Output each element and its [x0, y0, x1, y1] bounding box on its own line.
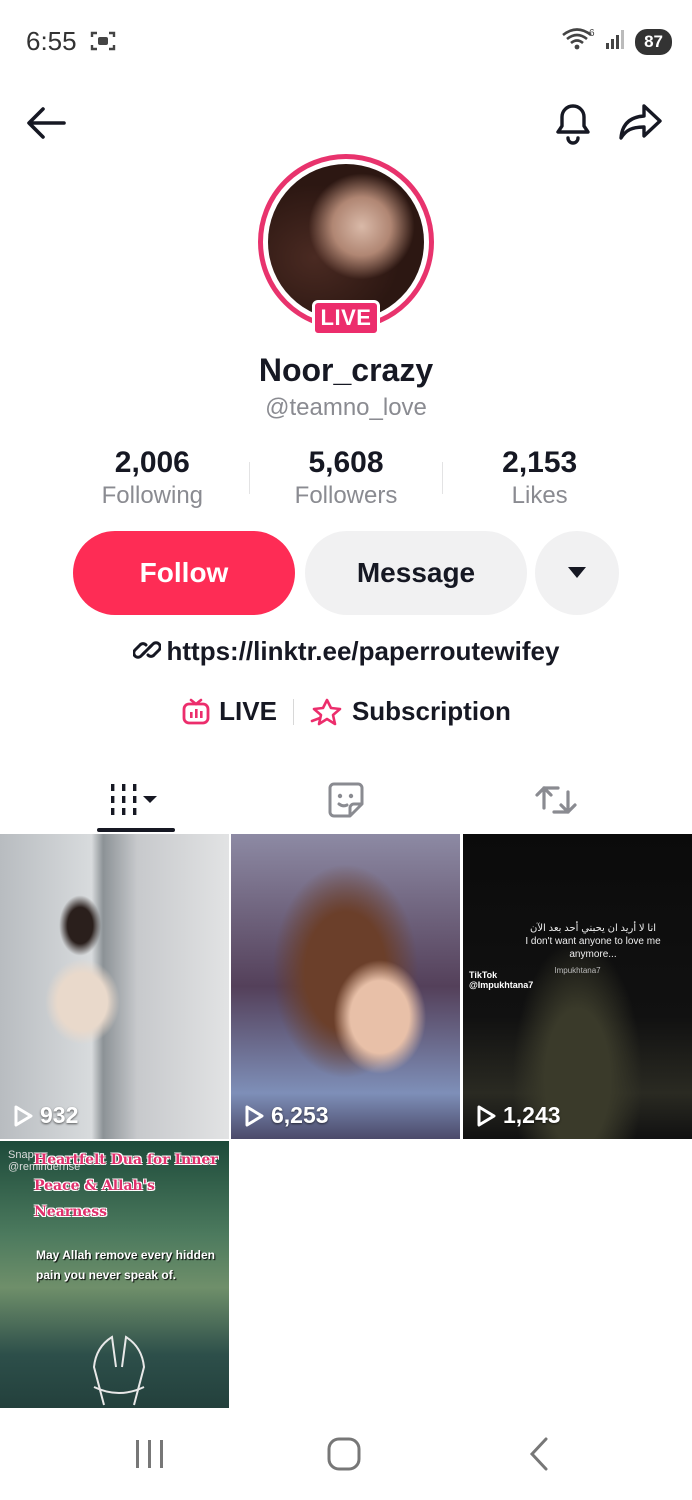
video-thumbnail[interactable]: 6,253	[231, 834, 460, 1139]
back-button[interactable]	[24, 100, 70, 146]
bio-link-row[interactable]: https://linktr.ee/paperroutewifey	[0, 636, 692, 671]
subscription-star-icon	[310, 698, 342, 725]
subscription-label: Subscription	[351, 696, 511, 726]
screen-record-icon	[90, 30, 116, 57]
wifi-badge: 6	[589, 28, 595, 39]
play-icon	[14, 1105, 33, 1126]
status-bar: 6:55 6 87	[0, 0, 692, 80]
bell-icon	[556, 104, 590, 145]
status-time: 6:55	[26, 26, 77, 56]
link-icon	[131, 636, 162, 671]
bio-link[interactable]: https://linktr.ee/paperroutewifey	[167, 636, 560, 666]
display-name: Noor_crazy	[258, 352, 434, 388]
video-thumbnail[interactable]: Snap @reminderrise Heartfelt Dua for Inn…	[0, 1141, 229, 1408]
active-tab-indicator	[97, 828, 175, 832]
notification-bell-button[interactable]	[550, 98, 596, 146]
avatar[interactable]	[268, 164, 424, 320]
view-count-text: 6,253	[271, 1102, 329, 1128]
live-badge[interactable]: LIVE	[312, 300, 380, 336]
repost-icon	[535, 786, 577, 814]
system-back-button[interactable]	[524, 1436, 552, 1477]
video-title-overlay: Heartfelt Dua for Inner Peace & Allah's …	[34, 1152, 218, 1220]
feature-row: LIVE Subscription	[0, 696, 692, 727]
follow-button[interactable]: Follow	[73, 531, 295, 615]
view-count-text: 1,243	[503, 1102, 561, 1128]
play-icon	[245, 1105, 264, 1126]
live-label: LIVE	[219, 696, 277, 726]
sticker-smile-icon	[328, 782, 364, 818]
home-icon	[327, 1437, 361, 1471]
tiktok-watermark: TikTok @Impukhtana7	[469, 970, 533, 990]
share-arrow-icon	[619, 104, 662, 140]
stat-likes[interactable]: 2,153 Likes	[443, 444, 636, 514]
profile-stats: 2,006 Following 5,608 Followers 2,153 Li…	[56, 444, 636, 514]
play-icon	[477, 1105, 496, 1126]
video-overlay-text: انا لا أريد ان يحبني أحد بعد الآن I don'…	[503, 922, 683, 961]
live-tv-icon	[182, 698, 210, 724]
feature-divider	[292, 698, 294, 725]
status-icons: 6 87	[561, 26, 672, 57]
video-thumbnail[interactable]: انا لا أريد ان يحبني أحد بعد الآن I don'…	[463, 834, 692, 1139]
praying-hands-icon	[92, 1335, 146, 1406]
caret-down-icon	[568, 566, 586, 578]
stat-label: Followers	[294, 482, 398, 509]
stat-label: Likes	[511, 482, 568, 509]
share-button[interactable]	[616, 98, 666, 146]
overlay-english: I don't want anyone to love me anymore..…	[525, 936, 661, 960]
recents-button[interactable]	[132, 1438, 168, 1475]
stat-label: Following	[101, 482, 204, 509]
profile-page: 6:55 6 87 LIVE Noor_crazy @teamno_love 2…	[0, 0, 692, 1500]
subscription-entry[interactable]: Subscription	[310, 696, 511, 727]
stat-following[interactable]: 2,006 Following	[56, 444, 249, 514]
message-button[interactable]: Message	[305, 531, 527, 615]
overlay-arabic: انا لا أريد ان يحبني أحد بعد الآن	[529, 923, 657, 934]
back-arrow-icon	[27, 107, 66, 139]
video-grid: 932 6,253 انا لا أريد ان يحبني أحد بعد ا…	[0, 834, 692, 1408]
stat-value: 5,608	[308, 446, 384, 479]
stat-value: 2,006	[114, 446, 190, 479]
view-count: 6,253	[243, 1102, 329, 1129]
tab-liked-videos[interactable]	[286, 768, 406, 832]
video-thumbnail[interactable]: 932	[0, 834, 229, 1139]
battery-indicator: 87	[635, 28, 672, 55]
chevron-left-icon	[529, 1437, 548, 1471]
videos-grid-icon	[111, 784, 157, 815]
stat-followers[interactable]: 5,608 Followers	[250, 444, 443, 514]
wifi-icon: 6	[561, 26, 597, 57]
video-body-overlay: May Allah remove every hidden pain you n…	[36, 1248, 215, 1282]
tab-reposts[interactable]	[496, 768, 616, 832]
suggested-accounts-button[interactable]	[535, 531, 619, 615]
content-tabs	[0, 768, 692, 832]
tab-videos[interactable]	[76, 768, 196, 832]
live-entry[interactable]: LIVE	[181, 696, 277, 727]
view-count-text: 932	[40, 1102, 79, 1128]
stat-value: 2,153	[502, 446, 578, 479]
system-nav-bar	[0, 1410, 692, 1500]
tiktok-label: TikTok	[469, 970, 498, 980]
view-count: 932	[12, 1102, 78, 1129]
username: @teamno_love	[265, 394, 427, 421]
signal-icon	[605, 28, 627, 55]
home-button[interactable]	[326, 1436, 362, 1477]
recents-icon	[136, 1440, 163, 1468]
tiktok-user: @Impukhtana7	[469, 980, 534, 990]
view-count: 1,243	[475, 1102, 561, 1129]
